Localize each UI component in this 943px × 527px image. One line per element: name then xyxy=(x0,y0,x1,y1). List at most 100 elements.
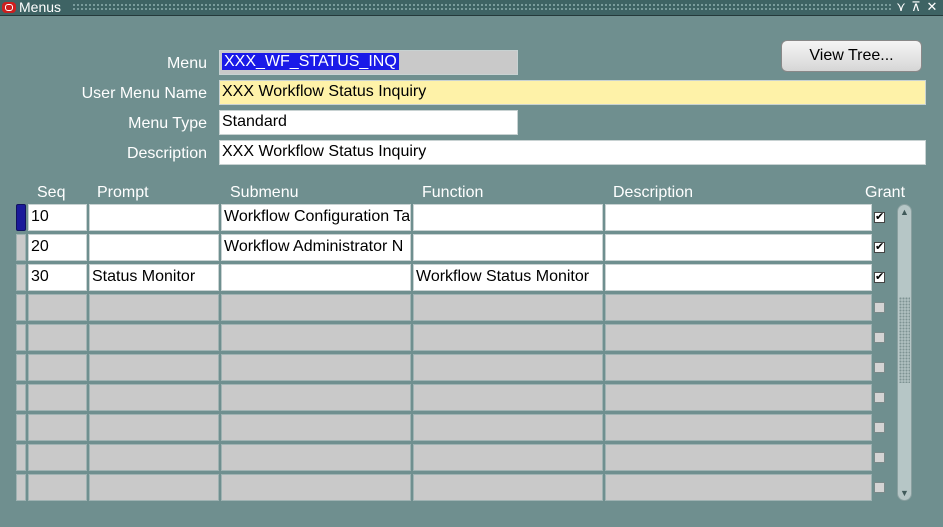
grant-checkbox[interactable]: ✔ xyxy=(874,212,885,223)
function-cell[interactable] xyxy=(413,234,603,261)
seq-cell[interactable]: 10 xyxy=(28,204,87,231)
grant-checkbox[interactable] xyxy=(874,392,885,403)
grant-checkbox[interactable] xyxy=(874,482,885,493)
scroll-thumb[interactable] xyxy=(899,297,910,383)
submenu-cell[interactable] xyxy=(221,474,411,501)
table-row: 10 Workflow Configuration Ta ✔ xyxy=(0,204,943,232)
function-cell[interactable] xyxy=(413,354,603,381)
prompt-cell[interactable] xyxy=(89,474,219,501)
prompt-cell[interactable] xyxy=(89,414,219,441)
window-title: Menus xyxy=(19,0,62,15)
submenu-cell[interactable]: Workflow Configuration Ta xyxy=(221,204,411,231)
row-selector[interactable] xyxy=(16,474,26,501)
title-bar: Menus ⋎ ⊼ ✕ xyxy=(0,0,943,16)
table-row xyxy=(0,294,943,322)
row-selector[interactable] xyxy=(16,414,26,441)
minimize-icon[interactable]: ⋎ xyxy=(895,0,907,15)
menu-label: Menu xyxy=(166,55,207,72)
row-selector[interactable] xyxy=(16,444,26,471)
description-cell[interactable] xyxy=(605,384,872,411)
submenu-cell[interactable] xyxy=(221,384,411,411)
vertical-scrollbar[interactable]: ▲ ▼ xyxy=(897,204,912,501)
function-cell[interactable] xyxy=(413,294,603,321)
description-field[interactable]: XXX Workflow Status Inquiry xyxy=(219,140,926,165)
seq-cell[interactable] xyxy=(28,294,87,321)
user-menu-name-field[interactable]: XXX Workflow Status Inquiry xyxy=(219,80,926,105)
table-row: 30 Status Monitor Workflow Status Monitor ✔ xyxy=(0,264,943,292)
title-bar-texture xyxy=(72,3,893,12)
grant-checkbox[interactable]: ✔ xyxy=(874,272,885,283)
grant-checkbox[interactable] xyxy=(874,452,885,463)
grant-checkbox[interactable] xyxy=(874,332,885,343)
grant-checkbox[interactable]: ✔ xyxy=(874,242,885,253)
grant-checkbox[interactable] xyxy=(874,422,885,433)
function-cell[interactable] xyxy=(413,414,603,441)
column-header-prompt: Prompt xyxy=(97,184,149,201)
scroll-up-icon[interactable]: ▲ xyxy=(898,205,911,219)
prompt-cell[interactable] xyxy=(89,324,219,351)
row-selector[interactable] xyxy=(16,204,26,231)
description-cell[interactable] xyxy=(605,474,872,501)
menu-type-field[interactable]: Standard xyxy=(219,110,518,135)
prompt-cell[interactable] xyxy=(89,294,219,321)
prompt-cell[interactable] xyxy=(89,384,219,411)
function-cell[interactable] xyxy=(413,324,603,351)
description-cell[interactable] xyxy=(605,294,872,321)
description-cell[interactable] xyxy=(605,324,872,351)
seq-cell[interactable] xyxy=(28,384,87,411)
function-cell[interactable] xyxy=(413,204,603,231)
scroll-down-icon[interactable]: ▼ xyxy=(898,486,911,500)
row-selector[interactable] xyxy=(16,294,26,321)
description-cell[interactable] xyxy=(605,444,872,471)
description-cell[interactable] xyxy=(605,264,872,291)
seq-cell[interactable] xyxy=(28,354,87,381)
row-selector[interactable] xyxy=(16,384,26,411)
prompt-cell[interactable] xyxy=(89,444,219,471)
description-cell[interactable] xyxy=(605,234,872,261)
submenu-cell[interactable] xyxy=(221,294,411,321)
user-menu-name-label: User Menu Name xyxy=(81,85,207,102)
view-tree-button[interactable]: View Tree... xyxy=(781,40,922,72)
description-label: Description xyxy=(126,145,207,162)
table-row xyxy=(0,384,943,412)
grant-checkbox[interactable] xyxy=(874,362,885,373)
row-selector[interactable] xyxy=(16,354,26,381)
submenu-cell[interactable] xyxy=(221,414,411,441)
row-selector[interactable] xyxy=(16,324,26,351)
maximize-icon[interactable]: ⊼ xyxy=(910,0,922,15)
close-icon[interactable]: ✕ xyxy=(926,0,938,15)
row-selector[interactable] xyxy=(16,234,26,261)
submenu-cell[interactable] xyxy=(221,354,411,381)
table-row xyxy=(0,324,943,352)
seq-cell[interactable]: 30 xyxy=(28,264,87,291)
seq-cell[interactable] xyxy=(28,414,87,441)
submenu-cell[interactable] xyxy=(221,444,411,471)
prompt-cell[interactable] xyxy=(89,204,219,231)
row-selector[interactable] xyxy=(16,264,26,291)
seq-cell[interactable]: 20 xyxy=(28,234,87,261)
submenu-cell[interactable] xyxy=(221,264,411,291)
prompt-cell[interactable]: Status Monitor xyxy=(89,264,219,291)
grant-checkbox[interactable] xyxy=(874,302,885,313)
table-row xyxy=(0,354,943,382)
table-row: 20 Workflow Administrator N ✔ xyxy=(0,234,943,262)
seq-cell[interactable] xyxy=(28,474,87,501)
function-cell[interactable] xyxy=(413,384,603,411)
description-cell[interactable] xyxy=(605,414,872,441)
seq-cell[interactable] xyxy=(28,324,87,351)
menu-type-label: Menu Type xyxy=(128,115,207,132)
prompt-cell[interactable] xyxy=(89,234,219,261)
seq-cell[interactable] xyxy=(28,444,87,471)
column-header-grant: Grant xyxy=(865,184,906,201)
prompt-cell[interactable] xyxy=(89,354,219,381)
function-cell[interactable] xyxy=(413,444,603,471)
submenu-cell[interactable]: Workflow Administrator N xyxy=(221,234,411,261)
menu-value: XXX_WF_STATUS_INQ xyxy=(222,53,399,70)
submenu-cell[interactable] xyxy=(221,324,411,351)
description-cell[interactable] xyxy=(605,354,872,381)
function-cell[interactable] xyxy=(413,474,603,501)
function-cell[interactable]: Workflow Status Monitor xyxy=(413,264,603,291)
table-row xyxy=(0,444,943,472)
menu-field[interactable]: XXX_WF_STATUS_INQ xyxy=(219,50,518,75)
description-cell[interactable] xyxy=(605,204,872,231)
